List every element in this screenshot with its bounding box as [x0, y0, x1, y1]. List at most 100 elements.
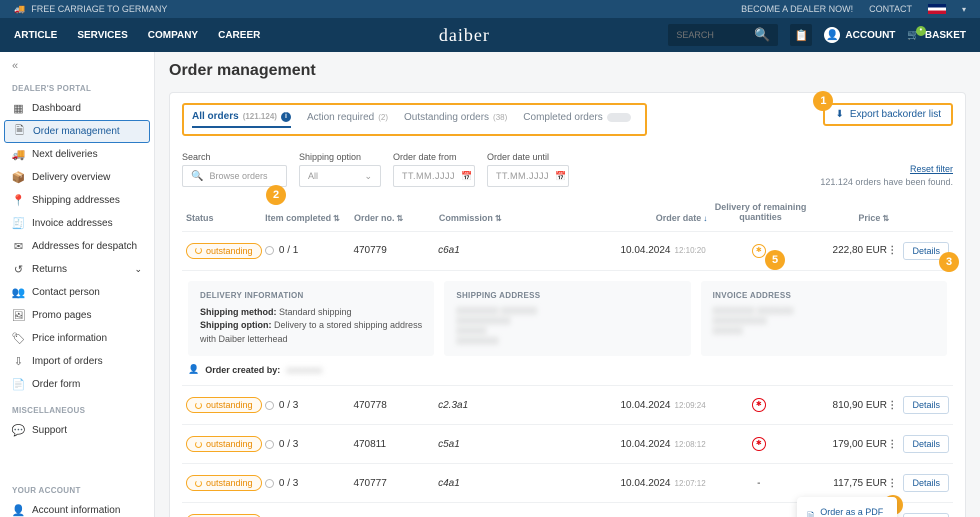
- search-input-wrap[interactable]: 🔍: [668, 24, 778, 46]
- search-filter-input[interactable]: 🔍Browse orders: [182, 165, 287, 187]
- basket-link[interactable]: 🛒• BASKET: [907, 30, 966, 41]
- more-actions-button[interactable]: ⋮: [887, 245, 897, 256]
- date-until-input[interactable]: TT.MM.JJJJ📅: [487, 165, 569, 187]
- language-flag-icon[interactable]: [928, 4, 946, 14]
- nav-article[interactable]: ARTICLE: [14, 30, 57, 41]
- delivery-cell: ✱: [706, 437, 812, 451]
- table-row[interactable]: outstanding0 / 3470776c2a110.04.202412:0…: [182, 502, 953, 517]
- tag-icon: 🏷: [12, 332, 25, 345]
- row-expanded-panel: DELIVERY INFORMATIONShipping method: Sta…: [182, 270, 953, 386]
- radio-icon: [265, 246, 274, 255]
- sidebar-item-dashboard[interactable]: ▦Dashboard: [0, 97, 154, 120]
- delivery-alert-icon: ✱: [752, 398, 766, 412]
- price-cell: 810,90 EUR: [812, 400, 887, 411]
- reset-filter-link[interactable]: Reset filter: [820, 164, 953, 174]
- details-button[interactable]: Details: [903, 435, 949, 453]
- table-row[interactable]: outstanding0 / 3470811c5a110.04.202412:0…: [182, 424, 953, 463]
- order-date-cell: 10.04.202412:08:12: [590, 439, 705, 450]
- sidebar-item-returns[interactable]: ↺Returns⌄: [0, 258, 154, 281]
- nav-services[interactable]: SERVICES: [77, 30, 127, 41]
- clipboard-button[interactable]: 📋: [790, 24, 812, 46]
- more-actions-button[interactable]: ⋮: [887, 439, 897, 450]
- item-completed-cell: 0 / 3: [265, 478, 354, 489]
- col-status[interactable]: Status: [186, 213, 265, 223]
- table-header: 2 Status Item completed⇅ Order no.⇅ Comm…: [182, 197, 953, 231]
- return-icon: ↺: [12, 263, 25, 276]
- sidebar-collapse-icon[interactable]: «: [0, 60, 154, 80]
- date-from-label: Order date from: [393, 152, 475, 162]
- sidebar-item-support[interactable]: 💬Support: [0, 419, 154, 442]
- commission-cell: c2.3a1: [438, 400, 590, 411]
- sidebar-item-order-form[interactable]: 📄Order form: [0, 373, 154, 396]
- tab-completed[interactable]: Completed orders: [523, 112, 630, 127]
- delivery-cell: -: [706, 478, 812, 489]
- dealer-link[interactable]: BECOME A DEALER NOW!: [741, 4, 853, 14]
- form-icon: 📄: [12, 378, 25, 391]
- details-button[interactable]: Details: [903, 474, 949, 492]
- tab-outstanding[interactable]: Outstanding orders(38): [404, 112, 507, 127]
- table-row[interactable]: outstanding0 / 1470779c6a110.04.202412:1…: [182, 231, 953, 270]
- col-price[interactable]: Price⇅: [814, 213, 889, 223]
- support-icon: 💬: [12, 424, 25, 437]
- sidebar-item-delivery-overview[interactable]: 📦Delivery overview: [0, 166, 154, 189]
- col-order-no[interactable]: Order no.⇅: [354, 213, 439, 223]
- annotation-2: 2: [266, 185, 286, 205]
- order-panel: All orders(121.124)i Action required(2) …: [169, 92, 966, 517]
- main-navbar: ARTICLE SERVICES COMPANY CAREER daiber 🔍…: [0, 18, 980, 52]
- order-no-cell: 470777: [353, 478, 438, 489]
- shipping-option-select[interactable]: All⌄: [299, 165, 381, 187]
- sidebar-item-shipping-addresses[interactable]: 📍Shipping addresses: [0, 189, 154, 212]
- radio-icon: [265, 440, 274, 449]
- search-icon[interactable]: 🔍: [754, 27, 770, 43]
- chevron-down-icon[interactable]: ▾: [962, 5, 966, 14]
- more-actions-button[interactable]: ⋮: [887, 400, 897, 411]
- tab-action-required[interactable]: Action required(2): [307, 112, 388, 127]
- annotation-1: 1: [813, 91, 833, 111]
- tab-all-orders[interactable]: All orders(121.124)i: [192, 111, 291, 128]
- brand-logo[interactable]: daiber: [439, 25, 490, 46]
- price-cell: 117,75 EUR: [812, 478, 887, 489]
- export-backorder-button[interactable]: 1 ⬇ Export backorder list: [823, 103, 953, 126]
- nav-company[interactable]: COMPANY: [148, 30, 198, 41]
- sidebar-item-account-info[interactable]: 👤Account information: [0, 499, 154, 517]
- col-item-completed[interactable]: Item completed⇅: [265, 213, 354, 223]
- delivery-warning-icon: ✱: [752, 244, 766, 258]
- details-button[interactable]: Details: [903, 396, 949, 414]
- details-button[interactable]: Details: [903, 513, 949, 517]
- chevron-down-icon: ⌄: [134, 264, 142, 275]
- order-no-cell: 470778: [353, 400, 438, 411]
- action-order-pdf[interactable]: 🗎Order as a PDF file: [797, 503, 897, 517]
- price-cell: 179,00 EUR: [812, 439, 887, 450]
- col-commission[interactable]: Commission⇅: [439, 213, 592, 223]
- date-until-label: Order date until: [487, 152, 569, 162]
- row-actions-popover: 🗎Order as a PDF file↺Return article: [797, 497, 897, 517]
- chevron-down-icon: ⌄: [364, 171, 372, 182]
- table-row[interactable]: outstanding0 / 3470778c2.3a110.04.202412…: [182, 385, 953, 424]
- dashboard-icon: ▦: [12, 102, 25, 115]
- sidebar-item-contact-person[interactable]: 👥Contact person: [0, 281, 154, 304]
- search-input[interactable]: [676, 30, 754, 40]
- sidebar-item-promo-pages[interactable]: 🖼Promo pages: [0, 304, 154, 327]
- sort-icon: ⇅: [333, 214, 340, 223]
- delivery-cell: ✱: [706, 398, 812, 412]
- date-from-input[interactable]: TT.MM.JJJJ📅: [393, 165, 475, 187]
- more-actions-button[interactable]: ⋮: [887, 478, 897, 489]
- contact-link[interactable]: CONTACT: [869, 4, 912, 14]
- search-icon: 🔍: [191, 171, 203, 182]
- col-delivery[interactable]: Delivery of remaining quantities: [707, 203, 814, 223]
- sidebar-item-despatch-addresses[interactable]: ✉Addresses for despatch: [0, 235, 154, 258]
- sidebar-item-import-orders[interactable]: ⇩Import of orders: [0, 350, 154, 373]
- sidebar-item-invoice-addresses[interactable]: 🧾Invoice addresses: [0, 212, 154, 235]
- col-order-date[interactable]: Order date↓: [591, 213, 707, 223]
- sort-icon: ⇅: [396, 214, 403, 223]
- sidebar-item-price-info[interactable]: 🏷Price information: [0, 327, 154, 350]
- sidebar-item-order-management[interactable]: 🗎Order management: [4, 120, 150, 143]
- nav-career[interactable]: CAREER: [218, 30, 260, 41]
- import-icon: ⇩: [12, 355, 25, 368]
- cart-icon: 🛒•: [907, 30, 919, 41]
- info-icon[interactable]: i: [281, 112, 291, 122]
- account-label: ACCOUNT: [845, 30, 895, 41]
- user-icon: 👤: [824, 27, 840, 43]
- sidebar-item-next-deliveries[interactable]: 🚚Next deliveries: [0, 143, 154, 166]
- account-link[interactable]: 👤 ACCOUNT: [824, 27, 895, 43]
